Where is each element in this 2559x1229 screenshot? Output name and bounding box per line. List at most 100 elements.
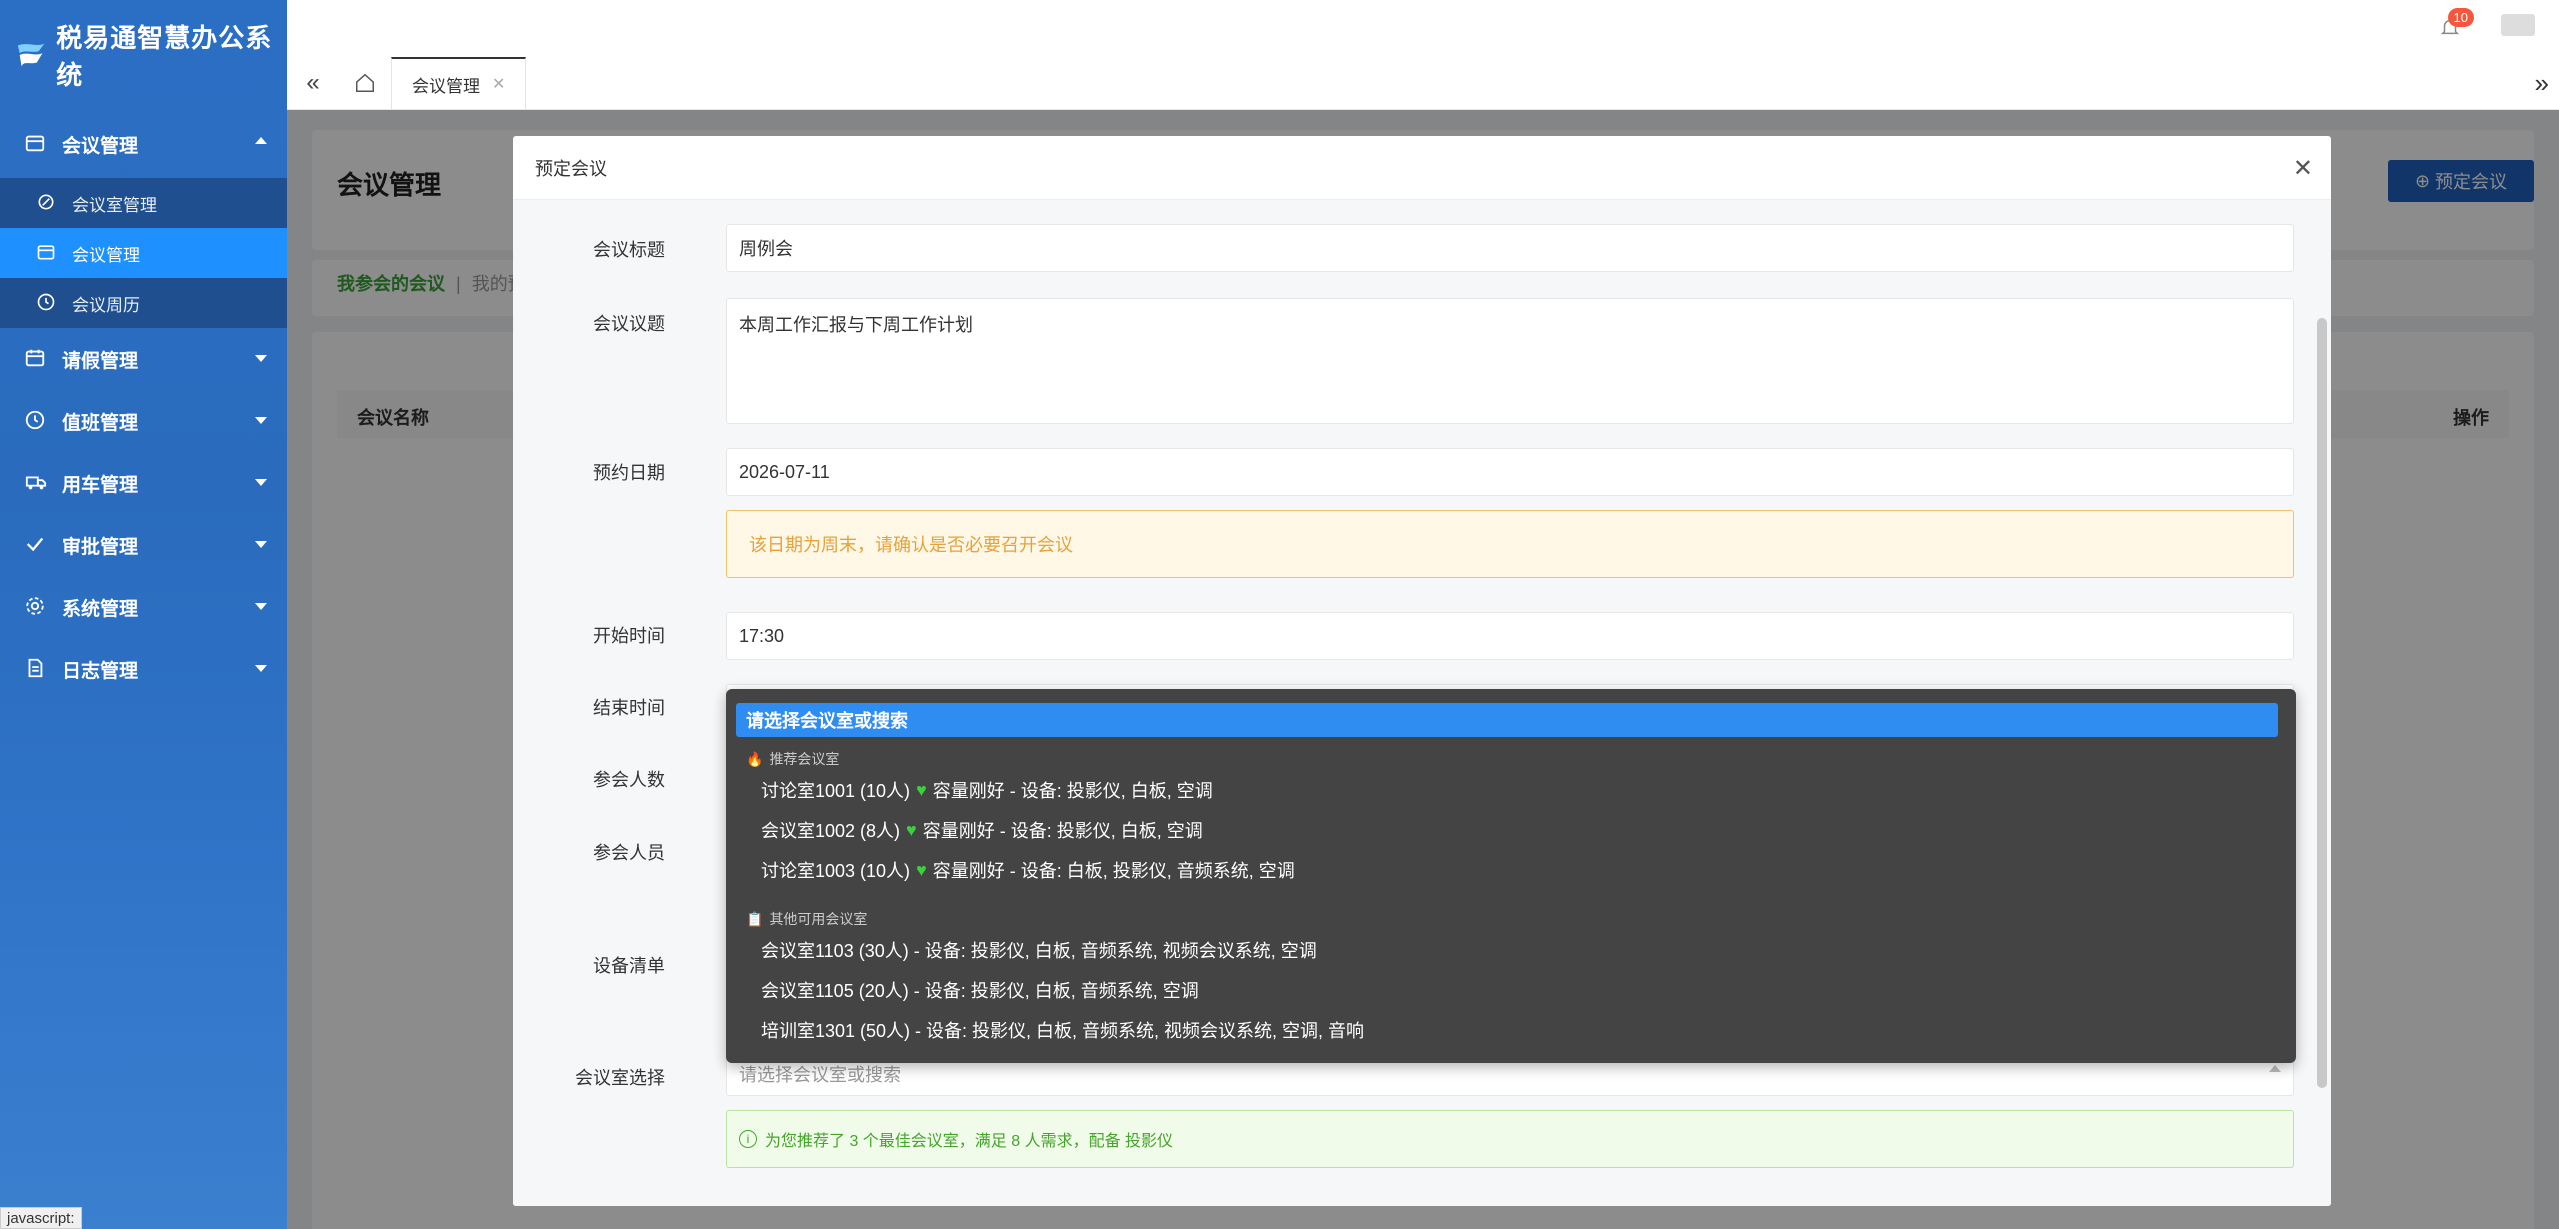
room-name: 会议室1002 (8人) xyxy=(761,821,901,841)
sidebar-group-label: 日志管理 xyxy=(62,660,139,682)
recommend-info: i 为您推荐了 3 个最佳会议室，满足 8 人需求，配备 投影仪 xyxy=(726,1110,2294,1168)
clipboard-icon: 📋 xyxy=(746,910,764,927)
sidebar-group-label: 会议管理 xyxy=(62,135,139,157)
end-label: 结束时间 xyxy=(593,698,665,718)
sidebar: 税易通智慧办公系统 会议管理 会议室管理 会议管理 会议周历 请假管理 值班管理… xyxy=(0,0,287,1229)
calendar-icon xyxy=(36,242,58,264)
date-input[interactable]: 2026-07-11 xyxy=(726,448,2294,496)
group-other: 📋 其他可用会议室 xyxy=(746,909,867,929)
topic-label: 会议议题 xyxy=(593,314,665,334)
clock-icon xyxy=(36,292,58,314)
calendar-grid-icon xyxy=(24,347,48,371)
room-equip: - 设备: 白板, 投影仪, 音频系统, 空调 xyxy=(1009,861,1295,881)
sidebar-group-log[interactable]: 日志管理 xyxy=(0,638,287,700)
start-label: 开始时间 xyxy=(593,626,665,646)
group-recommended: 🔥 推荐会议室 xyxy=(746,749,839,769)
avatar[interactable] xyxy=(2501,14,2535,36)
sidebar-item-label: 会议管理 xyxy=(72,245,140,265)
room-option[interactable]: 会议室1103 (30人) - 设备: 投影仪, 白板, 音频系统, 视频会议系… xyxy=(761,937,1317,963)
dropdown-option-placeholder[interactable]: 请选择会议室或搜索 xyxy=(736,703,2278,737)
room-name: 讨论室1003 (10人) xyxy=(761,861,911,881)
sidebar-group-system[interactable]: 系统管理 xyxy=(0,576,287,638)
dialog-title: 预定会议 xyxy=(513,136,2331,200)
close-icon[interactable]: ✕ xyxy=(2293,154,2313,183)
history-icon xyxy=(24,409,48,433)
room-select-placeholder: 请选择会议室或搜索 xyxy=(739,1065,901,1085)
group-label: 推荐会议室 xyxy=(769,751,840,767)
room-option[interactable]: 会议室1105 (20人) - 设备: 投影仪, 白板, 音频系统, 空调 xyxy=(761,977,1199,1003)
gear-icon xyxy=(24,595,48,619)
heart-icon: ♥ xyxy=(906,819,917,840)
check-icon xyxy=(24,533,48,557)
caret-up-icon xyxy=(2269,1065,2281,1072)
caret-down-icon xyxy=(255,665,267,672)
home-icon[interactable] xyxy=(339,57,391,109)
weekend-warning: 该日期为周末，请确认是否必要召开会议 xyxy=(726,510,2294,578)
tab-label: 会议管理 xyxy=(412,76,480,96)
room-fit: 容量刚好 xyxy=(932,781,1005,801)
room-equip: - 设备: 投影仪, 白板, 空调 xyxy=(1009,781,1213,801)
app-title: 税易通智慧办公系统 xyxy=(56,23,273,90)
caret-up-icon xyxy=(255,137,267,144)
room-label: 会议室选择 xyxy=(575,1068,665,1088)
app-logo: 税易通智慧办公系统 xyxy=(0,0,287,110)
room-option[interactable]: 讨论室1001 (10人) ♥ 容量刚好 - 设备: 投影仪, 白板, 空调 xyxy=(761,777,1213,803)
close-icon[interactable]: ✕ xyxy=(492,74,505,94)
caret-down-icon xyxy=(255,541,267,548)
room-fit: 容量刚好 xyxy=(922,821,995,841)
sidebar-group-duty[interactable]: 值班管理 xyxy=(0,390,287,452)
sidebar-item-label: 会议室管理 xyxy=(72,195,157,215)
sidebar-group-meeting[interactable]: 会议管理 xyxy=(0,110,287,178)
sidebar-group-label: 系统管理 xyxy=(62,598,139,620)
group-label: 其他可用会议室 xyxy=(769,911,868,927)
caret-down-icon xyxy=(255,479,267,486)
start-time-input[interactable]: 17:30 xyxy=(726,612,2294,660)
people-label: 参会人员 xyxy=(593,843,665,863)
room-icon xyxy=(36,192,58,214)
top-header: « 会议管理 ✕ 10 » xyxy=(287,0,2559,110)
info-icon: i xyxy=(739,1130,757,1148)
status-bar: javascript: xyxy=(0,1207,82,1229)
room-option[interactable]: 培训室1301 (50人) - 设备: 投影仪, 白板, 音频系统, 视频会议系… xyxy=(761,1017,1364,1043)
sidebar-item-room-management[interactable]: 会议室管理 xyxy=(0,178,287,228)
fire-icon: 🔥 xyxy=(746,750,764,767)
sidebar-group-approval[interactable]: 审批管理 xyxy=(0,514,287,576)
caret-down-icon xyxy=(255,417,267,424)
caret-down-icon xyxy=(255,603,267,610)
room-fit: 容量刚好 xyxy=(932,861,1005,881)
tabs-back-icon[interactable]: « xyxy=(287,57,339,109)
room-option[interactable]: 会议室1002 (8人) ♥ 容量刚好 - 设备: 投影仪, 白板, 空调 xyxy=(761,817,1203,843)
room-option[interactable]: 讨论室1003 (10人) ♥ 容量刚好 - 设备: 白板, 投影仪, 音频系统… xyxy=(761,857,1295,883)
topic-textarea[interactable]: 本周工作汇报与下周工作计划 xyxy=(726,298,2294,424)
sidebar-item-label: 会议周历 xyxy=(72,295,140,315)
title-input[interactable]: 周例会 xyxy=(726,224,2294,272)
room-equip: - 设备: 投影仪, 白板, 空调 xyxy=(999,821,1203,841)
sidebar-item-meeting-calendar[interactable]: 会议周历 xyxy=(0,278,287,328)
tabs-row: « 会议管理 ✕ xyxy=(287,57,527,109)
tab-meeting-management[interactable]: 会议管理 ✕ xyxy=(391,57,527,109)
notification-badge: 10 xyxy=(2447,8,2474,27)
equip-label: 设备清单 xyxy=(593,956,665,976)
count-label: 参会人数 xyxy=(593,770,665,790)
sidebar-group-leave[interactable]: 请假管理 xyxy=(0,328,287,390)
logo-icon xyxy=(17,43,45,67)
room-dropdown: 请选择会议室或搜索 🔥 推荐会议室 讨论室1001 (10人) ♥ 容量刚好 -… xyxy=(726,689,2296,1063)
sidebar-group-label: 用车管理 xyxy=(62,474,139,496)
sidebar-group-label: 值班管理 xyxy=(62,412,139,434)
date-label: 预约日期 xyxy=(593,463,665,483)
calendar-icon xyxy=(24,132,48,156)
heart-icon: ♥ xyxy=(916,779,927,800)
title-label: 会议标题 xyxy=(593,240,665,260)
meeting-submenu: 会议室管理 会议管理 会议周历 xyxy=(0,178,287,328)
tabs-forward-icon[interactable]: » xyxy=(2535,68,2549,99)
sidebar-group-vehicle[interactable]: 用车管理 xyxy=(0,452,287,514)
document-icon xyxy=(24,657,48,681)
recommend-info-text: 为您推荐了 3 个最佳会议室，满足 8 人需求，配备 投影仪 xyxy=(765,1133,1174,1150)
heart-icon: ♥ xyxy=(916,859,927,880)
sidebar-item-meeting-management[interactable]: 会议管理 xyxy=(0,228,287,278)
dialog-scrollbar[interactable] xyxy=(2317,318,2327,1088)
truck-icon xyxy=(24,471,48,495)
sidebar-group-label: 请假管理 xyxy=(62,350,139,372)
sidebar-group-label: 审批管理 xyxy=(62,536,139,558)
caret-down-icon xyxy=(255,355,267,362)
